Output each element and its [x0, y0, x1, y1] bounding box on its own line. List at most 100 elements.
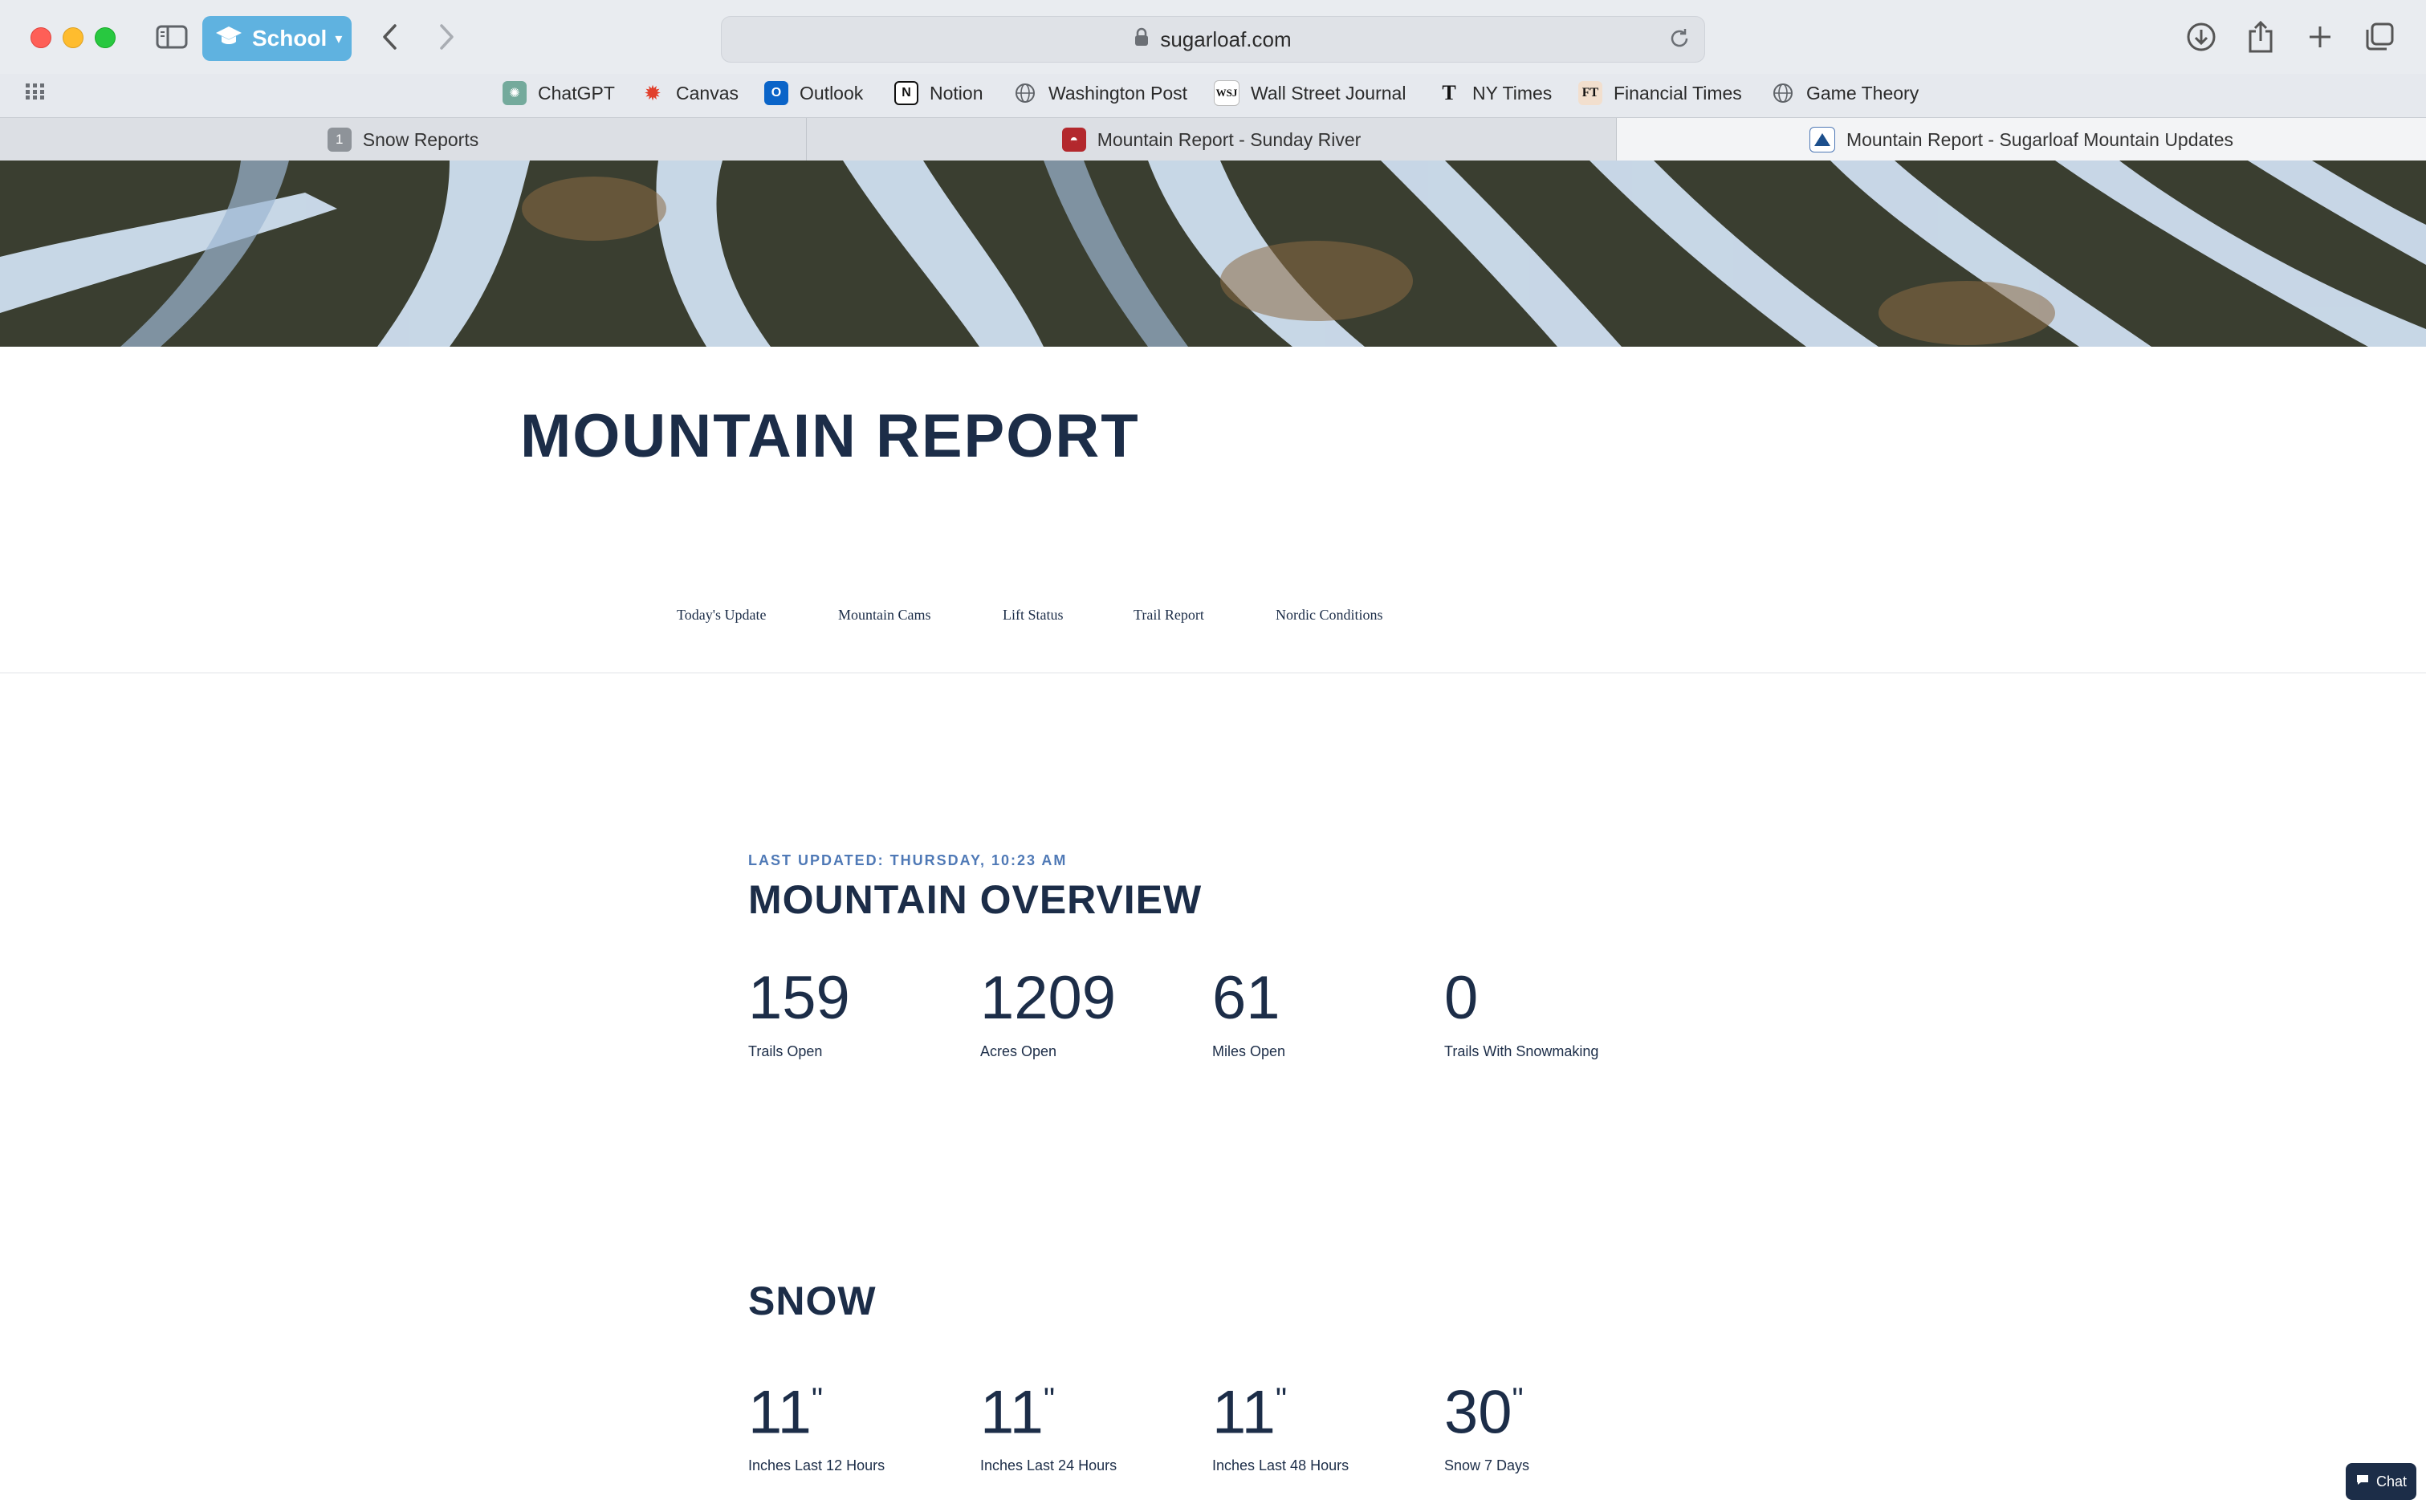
tab-label: Mountain Report - Sugarloaf Mountain Upd… — [1846, 128, 2233, 150]
back-icon[interactable] — [374, 18, 406, 56]
bookmarks-bar: ✺ ChatGPT ✹ Canvas O Outlook N Notion Wa… — [0, 74, 2426, 112]
browser-toolbar: School ▾ sugarloaf.com — [0, 0, 2426, 74]
downloads-icon[interactable] — [2182, 18, 2220, 56]
sidebar-toggle-icon[interactable] — [153, 18, 191, 56]
minimize-window-button[interactable] — [63, 27, 83, 48]
tab-label: Mountain Report - Sunday River — [1097, 128, 1362, 150]
globe-icon — [1771, 81, 1795, 105]
bookmark-washington-post[interactable]: Washington Post — [1013, 79, 1187, 108]
chatgpt-icon: ✺ — [503, 81, 527, 105]
subnav-trail-report[interactable]: Trail Report — [1134, 607, 1204, 624]
bookmark-label: NY Times — [1472, 82, 1553, 104]
stat-value: 11 — [1212, 1378, 1276, 1447]
stat-snow-7-days: 30" Snow 7 Days — [1444, 1369, 1669, 1474]
nytimes-icon: T — [1442, 81, 1456, 104]
stat-label: Inches Last 12 Hours — [748, 1457, 885, 1474]
bookmark-ny-times[interactable]: T NY Times — [1437, 79, 1552, 108]
sunday-river-favicon: ◓ — [1061, 128, 1086, 152]
stat-label: Trails Open — [748, 1043, 823, 1059]
tab-bar: 1 Snow Reports ◓ Mountain Report - Sunda… — [0, 117, 2426, 161]
stat-snow-24h: 11" Inches Last 24 Hours — [980, 1369, 1205, 1474]
share-icon[interactable] — [2241, 18, 2280, 56]
stat-value: 0 — [1444, 964, 1479, 1032]
address-bar[interactable]: sugarloaf.com — [721, 16, 1705, 63]
ft-icon: FT — [1578, 81, 1602, 105]
inch-unit: " — [811, 1382, 824, 1417]
inch-unit: " — [1512, 1382, 1524, 1417]
tab-snow-reports[interactable]: 1 Snow Reports — [0, 118, 807, 161]
subnav-mountain-cams[interactable]: Mountain Cams — [838, 607, 931, 624]
bookmark-canvas[interactable]: ✹ Canvas — [641, 79, 739, 108]
address-text: sugarloaf.com — [1160, 26, 1292, 51]
hero-mountain-image — [0, 161, 2426, 347]
profile-switcher-button[interactable]: School ▾ — [202, 16, 352, 61]
stat-label: Snow 7 Days — [1444, 1457, 1530, 1474]
stat-value: 1209 — [980, 964, 1117, 1032]
bookmark-label: Canvas — [676, 82, 739, 104]
profile-label: School — [252, 26, 328, 51]
bookmark-notion[interactable]: N Notion — [894, 79, 983, 108]
stat-trails-open: 159 Trails Open — [748, 966, 973, 1060]
stat-acres-open: 1209 Acres Open — [980, 966, 1205, 1060]
lock-icon — [1134, 27, 1149, 52]
stat-snow-12h: 11" Inches Last 12 Hours — [748, 1369, 973, 1474]
tab-group-badge: 1 — [327, 128, 352, 152]
stat-label: Acres Open — [980, 1043, 1057, 1059]
inch-unit: " — [1275, 1382, 1288, 1417]
globe-icon — [1013, 81, 1037, 105]
tab-sugarloaf[interactable]: Mountain Report - Sugarloaf Mountain Upd… — [1617, 118, 2426, 161]
tab-sunday-river[interactable]: ◓ Mountain Report - Sunday River — [807, 118, 1617, 161]
stat-snow-48h: 11" Inches Last 48 Hours — [1212, 1369, 1437, 1474]
mountain-overview-heading: MOUNTAIN OVERVIEW — [748, 877, 1203, 922]
bookmark-game-theory[interactable]: Game Theory — [1771, 79, 1919, 108]
stat-label: Inches Last 48 Hours — [1212, 1457, 1349, 1474]
bookmark-label: Wall Street Journal — [1251, 82, 1406, 104]
chat-button[interactable]: Chat — [2346, 1463, 2416, 1500]
canvas-icon: ✹ — [644, 80, 661, 105]
reload-icon[interactable] — [1667, 26, 1691, 56]
bookmark-label: Game Theory — [1806, 82, 1919, 104]
apps-grid-icon[interactable] — [22, 77, 48, 106]
stat-value: 159 — [748, 964, 850, 1032]
new-tab-icon[interactable] — [2301, 18, 2339, 56]
stat-label: Trails With Snowmaking — [1444, 1043, 1599, 1059]
snow-heading: SNOW — [748, 1278, 877, 1323]
sugarloaf-favicon — [1809, 127, 1835, 152]
chat-label: Chat — [2375, 1473, 2408, 1490]
outlook-icon: O — [764, 81, 788, 105]
subnav-todays-update[interactable]: Today's Update — [677, 607, 766, 624]
browser-chrome: School ▾ sugarloaf.com ✺ ChatGPT ✹ Canva… — [0, 0, 2426, 161]
tab-overview-icon[interactable] — [2360, 18, 2399, 56]
wsj-icon: WSJ — [1214, 80, 1239, 106]
bookmark-label: Financial Times — [1614, 82, 1742, 104]
stat-value: 61 — [1212, 964, 1280, 1032]
stat-miles-open: 61 Miles Open — [1212, 966, 1437, 1060]
subnav-lift-status[interactable]: Lift Status — [1003, 607, 1064, 624]
bookmark-financial-times[interactable]: FT Financial Times — [1578, 79, 1742, 108]
zoom-window-button[interactable] — [95, 27, 116, 48]
bookmark-label: ChatGPT — [538, 82, 615, 104]
graduation-cap-icon — [215, 24, 242, 54]
bookmark-chatgpt[interactable]: ✺ ChatGPT — [503, 79, 615, 108]
stat-value: 11 — [980, 1378, 1044, 1447]
stat-trails-with-snowmaking: 0 Trails With Snowmaking — [1444, 966, 1669, 1060]
notion-icon: N — [894, 81, 918, 105]
bookmark-label: Washington Post — [1048, 82, 1188, 104]
chat-bubble-icon — [2355, 1473, 2370, 1490]
bookmark-wall-street-journal[interactable]: WSJ Wall Street Journal — [1214, 79, 1406, 108]
close-window-button[interactable] — [31, 27, 51, 48]
last-updated-label: LAST UPDATED: THURSDAY, 10:23 AM — [748, 852, 1068, 868]
stat-value: 11 — [748, 1378, 812, 1447]
inch-unit: " — [1043, 1382, 1056, 1417]
bookmark-outlook[interactable]: O Outlook — [764, 79, 863, 108]
bookmark-label: Outlook — [800, 82, 864, 104]
chevron-down-icon: ▾ — [335, 30, 343, 47]
page-title: MOUNTAIN REPORT — [520, 402, 1140, 470]
stat-label: Inches Last 24 Hours — [980, 1457, 1117, 1474]
bookmark-label: Notion — [930, 82, 983, 104]
stat-label: Miles Open — [1212, 1043, 1286, 1059]
subnav-nordic-conditions[interactable]: Nordic Conditions — [1276, 607, 1383, 624]
forward-icon[interactable] — [430, 18, 462, 56]
tab-label: Snow Reports — [362, 128, 479, 150]
stat-value: 30 — [1444, 1378, 1512, 1447]
